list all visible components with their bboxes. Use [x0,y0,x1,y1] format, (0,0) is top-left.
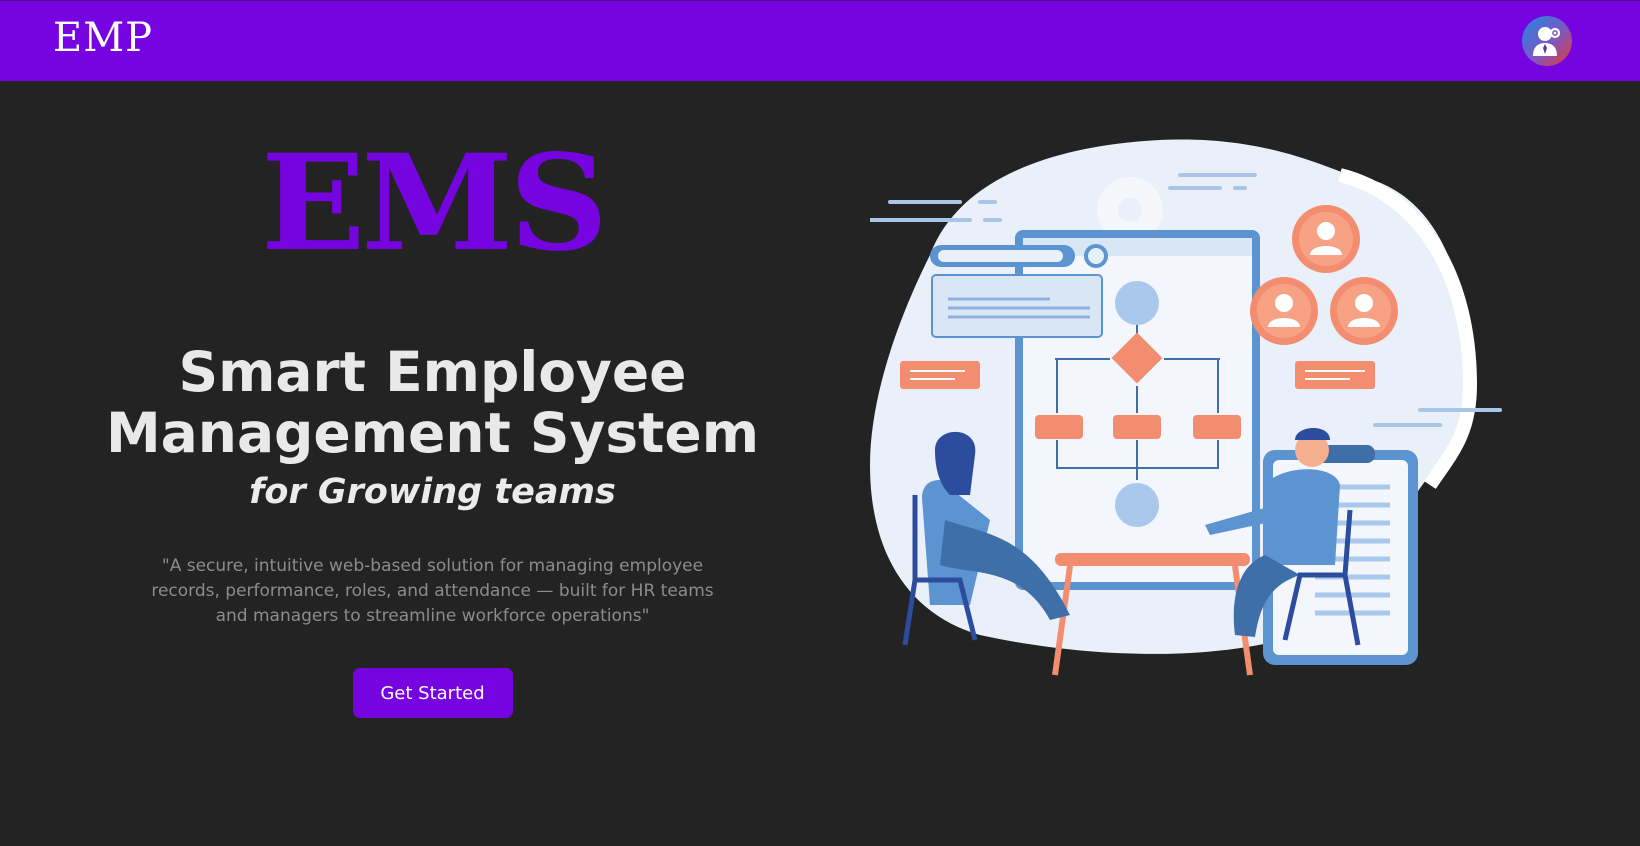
headline-line-1: Smart Employee [178,340,687,404]
tagline: for Growing teams [249,472,616,512]
team-workflow-illustration [858,139,1502,676]
hero-logo: EMS [260,126,608,281]
navbar: EMP [0,0,1640,81]
hero-section: EMS Smart Employee Management System for… [100,90,765,718]
brand-logo[interactable]: EMP [53,15,153,61]
headline-line-2: Management System [105,401,760,465]
user-gear-icon [1533,27,1561,56]
hero-illustration [858,135,1520,690]
page-title: Smart Employee Management System [100,342,765,464]
hero-description: "A secure, intuitive web-based solution … [151,556,714,626]
user-avatar[interactable] [1522,16,1572,66]
get-started-button[interactable]: Get Started [352,668,513,718]
